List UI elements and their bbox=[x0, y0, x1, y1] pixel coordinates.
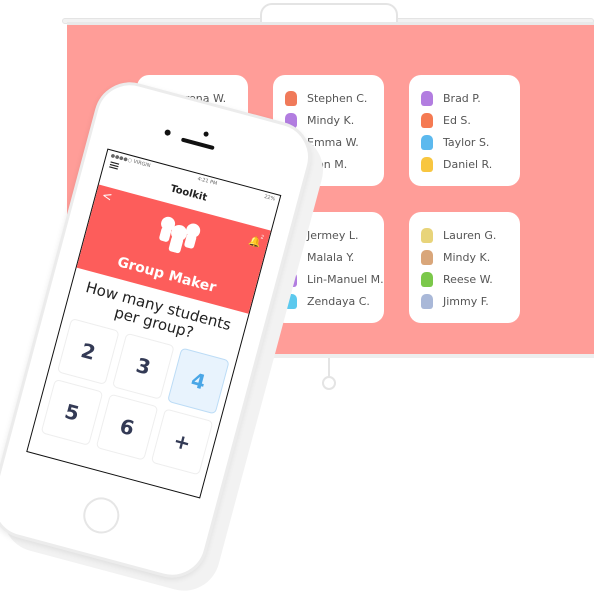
student-item: Brad P. bbox=[421, 87, 520, 109]
student-name: Mindy K. bbox=[307, 113, 355, 127]
student-name: Taylor S. bbox=[443, 135, 490, 149]
student-name: Reese W. bbox=[443, 272, 493, 286]
student-item: Daniel R. bbox=[421, 153, 520, 175]
student-item: Lauren G. bbox=[421, 224, 520, 246]
group-icon bbox=[159, 216, 201, 254]
monster-avatar-icon bbox=[421, 293, 433, 309]
back-button[interactable]: < bbox=[101, 188, 114, 204]
pull-cord bbox=[328, 358, 330, 378]
speaker bbox=[180, 137, 215, 151]
student-item: Stephen C. bbox=[285, 87, 384, 109]
monster-avatar-icon bbox=[421, 134, 433, 150]
group-card: Brad P. Ed S. Taylor S. Daniel R. bbox=[409, 75, 520, 186]
monster-avatar-icon bbox=[421, 271, 433, 287]
home-button[interactable] bbox=[79, 493, 124, 538]
student-name: Lin-Manuel M. bbox=[307, 272, 384, 286]
option-2[interactable]: 2 bbox=[56, 317, 120, 386]
option-5[interactable]: 5 bbox=[40, 378, 104, 446]
bell-icon[interactable]: 🔔 2 bbox=[248, 233, 267, 249]
sensor bbox=[203, 131, 210, 138]
student-name: Mindy K. bbox=[443, 250, 491, 264]
student-name: Jermey L. bbox=[307, 228, 359, 242]
student-name: Malala Y. bbox=[307, 250, 355, 264]
student-item: Mindy K. bbox=[285, 109, 384, 131]
monster-avatar-icon bbox=[421, 90, 433, 106]
student-item: Jimmy F. bbox=[421, 290, 520, 312]
student-item: Reese W. bbox=[421, 268, 520, 290]
student-name: Daniel R. bbox=[443, 157, 493, 171]
student-name: Zendaya C. bbox=[307, 294, 370, 308]
pull-ring[interactable] bbox=[322, 376, 336, 390]
student-item: Ed S. bbox=[421, 109, 520, 131]
page-title: Toolkit bbox=[169, 183, 209, 204]
monster-avatar-icon bbox=[421, 227, 433, 243]
student-name: Jimmy F. bbox=[443, 294, 489, 308]
menu-icon[interactable]: ≡ bbox=[106, 157, 121, 175]
student-item: Taylor S. bbox=[421, 131, 520, 153]
option-3[interactable]: 3 bbox=[111, 332, 175, 400]
student-item: Lin-Manuel M. bbox=[285, 268, 384, 290]
option-6[interactable]: 6 bbox=[95, 393, 159, 461]
option-more[interactable]: + bbox=[150, 408, 214, 476]
student-name: Lauren G. bbox=[443, 228, 497, 242]
notification-badge: 2 bbox=[257, 233, 267, 243]
monster-avatar-icon bbox=[285, 90, 297, 106]
student-name: Brad P. bbox=[443, 91, 481, 105]
monster-avatar-icon bbox=[421, 156, 433, 172]
student-name: Stephen C. bbox=[307, 91, 368, 105]
student-item: Zendaya C. bbox=[285, 290, 384, 312]
camera bbox=[163, 128, 172, 137]
option-4[interactable]: 4 bbox=[167, 347, 230, 415]
student-name: Ed S. bbox=[443, 113, 471, 127]
monster-avatar-icon bbox=[421, 112, 433, 128]
student-item: Mindy K. bbox=[421, 246, 520, 268]
group-card: Lauren G. Mindy K. Reese W. Jimmy F. bbox=[409, 212, 520, 323]
monster-avatar-icon bbox=[421, 249, 433, 265]
